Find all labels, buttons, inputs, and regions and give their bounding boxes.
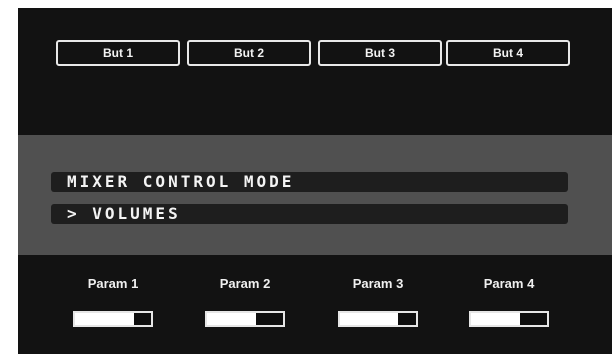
menu-band (18, 135, 612, 255)
menu-item-volumes[interactable]: > VOLUMES (51, 204, 568, 224)
param-label: Param 4 (483, 276, 535, 291)
param-3[interactable]: Param 3 (318, 276, 438, 336)
soft-button-4[interactable]: But 4 (446, 40, 570, 66)
param-level-bar[interactable] (469, 311, 549, 327)
param-level-bar[interactable] (73, 311, 153, 327)
device-bezel: But 1 But 2 But 3 But 4 MIXER CONTROL MO… (0, 0, 612, 354)
soft-button-3[interactable]: But 3 (318, 40, 442, 66)
param-1[interactable]: Param 1 (53, 276, 173, 336)
soft-button-2[interactable]: But 2 (187, 40, 311, 66)
param-level-fill (207, 313, 257, 325)
menu-title: MIXER CONTROL MODE (51, 172, 568, 192)
param-label: Param 3 (352, 276, 404, 291)
soft-button-row: But 1 But 2 But 3 But 4 (56, 40, 570, 66)
param-label: Param 1 (87, 276, 139, 291)
param-level-fill (471, 313, 520, 325)
soft-button-1[interactable]: But 1 (56, 40, 180, 66)
param-4[interactable]: Param 4 (449, 276, 569, 336)
param-level-bar[interactable] (205, 311, 285, 327)
param-label: Param 2 (219, 276, 271, 291)
param-2[interactable]: Param 2 (185, 276, 305, 336)
param-level-fill (75, 313, 135, 325)
param-level-fill (340, 313, 398, 325)
param-level-bar[interactable] (338, 311, 418, 327)
display-screen: But 1 But 2 But 3 But 4 MIXER CONTROL MO… (18, 8, 612, 354)
